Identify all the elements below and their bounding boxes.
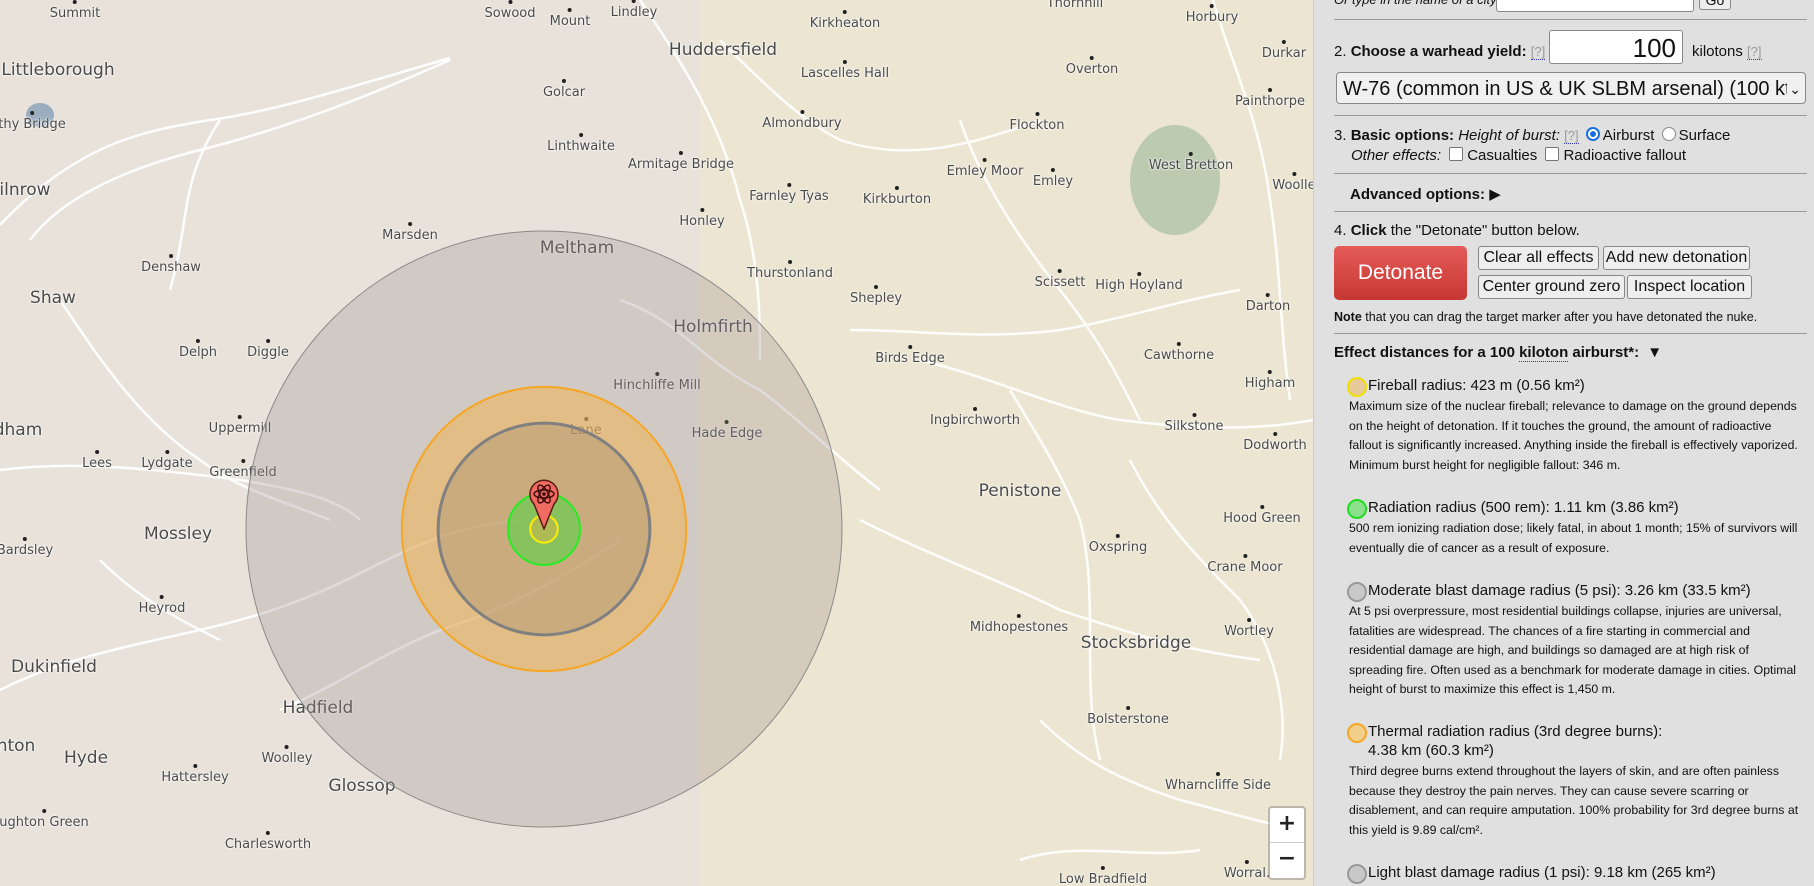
preset-selected-value: W-76 (common in US & UK SLBM arsenal) (1… <box>1343 78 1798 100</box>
center-ground-zero-button[interactable]: Center ground zero <box>1478 275 1625 299</box>
effect-title: Light blast damage radius (1 psi): 9.18 … <box>1368 864 1716 881</box>
other-effects-label: Other effects: <box>1351 147 1442 164</box>
effect-title: Thermal radiation radius (3rd degree bur… <box>1368 723 1663 759</box>
airburst-radio[interactable] <box>1585 127 1600 141</box>
go-button[interactable]: Go <box>1699 0 1731 10</box>
effects-heading-text: Effect distances for a 100 <box>1334 344 1520 361</box>
ground-zero-marker[interactable] <box>528 478 560 532</box>
chevron-down-icon: ⌄ <box>1787 73 1801 103</box>
divider <box>1334 333 1807 334</box>
effect-rings <box>245 230 843 828</box>
city-prompt: Or type in the name of a city: <box>1334 0 1500 7</box>
advanced-options-toggle[interactable]: Advanced options: ▶ <box>1350 185 1501 203</box>
effects-heading-suffix: airburst*: <box>1568 344 1640 361</box>
map[interactable]: Summit Littleborough thy Bridge ilnrow Shaw D… <box>0 0 1313 886</box>
effect-title: Fireball radius: 423 m (0.56 km²) <box>1368 377 1585 394</box>
click-label: Click <box>1350 222 1387 239</box>
city-search-input[interactable] <box>1496 0 1694 12</box>
casualties-checkbox[interactable] <box>1449 147 1464 161</box>
divider <box>1334 173 1807 174</box>
effect-description: 500 rem ionizing radiation dose; likely … <box>1349 521 1798 555</box>
fallout-checkbox[interactable] <box>1545 147 1560 161</box>
detonate-step: 4. Click the "Detonate" button below. <box>1334 222 1580 239</box>
zoom-control: + − <box>1268 806 1306 880</box>
effect-title: Radiation radius (500 rem): 1.11 km (3.8… <box>1368 499 1679 516</box>
fireball-swatch-icon[interactable] <box>1347 377 1367 397</box>
zoom-in-button[interactable]: + <box>1270 808 1304 843</box>
basic-options-label: Basic options: <box>1350 127 1455 144</box>
clear-all-effects-button[interactable]: Clear all effects <box>1478 246 1599 270</box>
step-number: 3. <box>1334 127 1347 144</box>
detonate-instruction: the "Detonate" button below. <box>1390 222 1580 239</box>
expand-arrow-icon: ▶ <box>1489 186 1501 203</box>
inspect-location-button[interactable]: Inspect location <box>1627 275 1752 299</box>
effect-description: At 5 psi overpressure, most residential … <box>1349 604 1797 696</box>
note-label: Note <box>1334 310 1362 324</box>
kiloton-link[interactable]: kiloton <box>1519 344 1569 362</box>
fallout-label[interactable]: Radioactive fallout <box>1563 147 1686 164</box>
radiation-swatch-icon[interactable] <box>1347 499 1367 519</box>
thermal-swatch-icon[interactable] <box>1347 723 1367 743</box>
light-blast-swatch-icon[interactable] <box>1347 864 1367 884</box>
drag-note: Note that you can drag the target marker… <box>1334 310 1757 324</box>
yield-input[interactable]: 100 <box>1549 30 1683 64</box>
other-effects: Other effects: Casualties Radioactive fa… <box>1351 147 1686 164</box>
note-text: that you can drag the target marker afte… <box>1365 310 1758 324</box>
effects-heading[interactable]: Effect distances for a 100 kiloton airbu… <box>1334 344 1663 362</box>
yield-help-link[interactable]: [?] <box>1530 44 1546 60</box>
divider <box>1334 19 1807 20</box>
yield-label: Choose a warhead yield: <box>1350 43 1527 60</box>
zoom-out-button[interactable]: − <box>1270 843 1304 877</box>
height-of-burst-label: Height of burst: <box>1458 127 1560 144</box>
atom-marker-icon <box>529 479 559 532</box>
effect-description: Maximum size of the nuclear fireball; re… <box>1349 399 1798 472</box>
add-new-detonation-button[interactable]: Add new detonation <box>1603 246 1750 270</box>
collapse-arrow-icon: ▼ <box>1647 344 1663 361</box>
warhead-preset-select[interactable]: W-76 (common in US & UK SLBM arsenal) (1… <box>1336 72 1806 104</box>
kilotons-help-link[interactable]: [?] <box>1747 44 1762 60</box>
step-number: 2. <box>1334 43 1347 60</box>
yield-unit-label: kilotons <box>1692 43 1743 60</box>
surface-label[interactable]: Surface <box>1679 127 1731 144</box>
hob-help-link[interactable]: [?] <box>1564 128 1579 144</box>
advanced-options-label: Advanced options: <box>1350 186 1486 203</box>
basic-options: 3. Basic options: Height of burst: [?] A… <box>1334 127 1730 144</box>
moderate-blast-swatch-icon[interactable] <box>1347 582 1367 602</box>
divider <box>1334 115 1807 116</box>
surface-radio[interactable] <box>1661 127 1676 141</box>
detonate-button[interactable]: Detonate <box>1334 246 1467 300</box>
effect-title: Moderate blast damage radius (5 psi): 3.… <box>1368 582 1751 599</box>
divider <box>1334 211 1807 212</box>
effect-description: Third degree burns extend throughout the… <box>1349 764 1799 837</box>
airburst-label[interactable]: Airburst <box>1603 127 1655 144</box>
yield-step: 2. Choose a warhead yield: [?] <box>1334 43 1546 60</box>
casualties-label[interactable]: Casualties <box>1467 147 1537 164</box>
control-panel: Or type in the name of a city: Go 2. Cho… <box>1313 0 1814 886</box>
step-number: 4. <box>1334 222 1347 239</box>
